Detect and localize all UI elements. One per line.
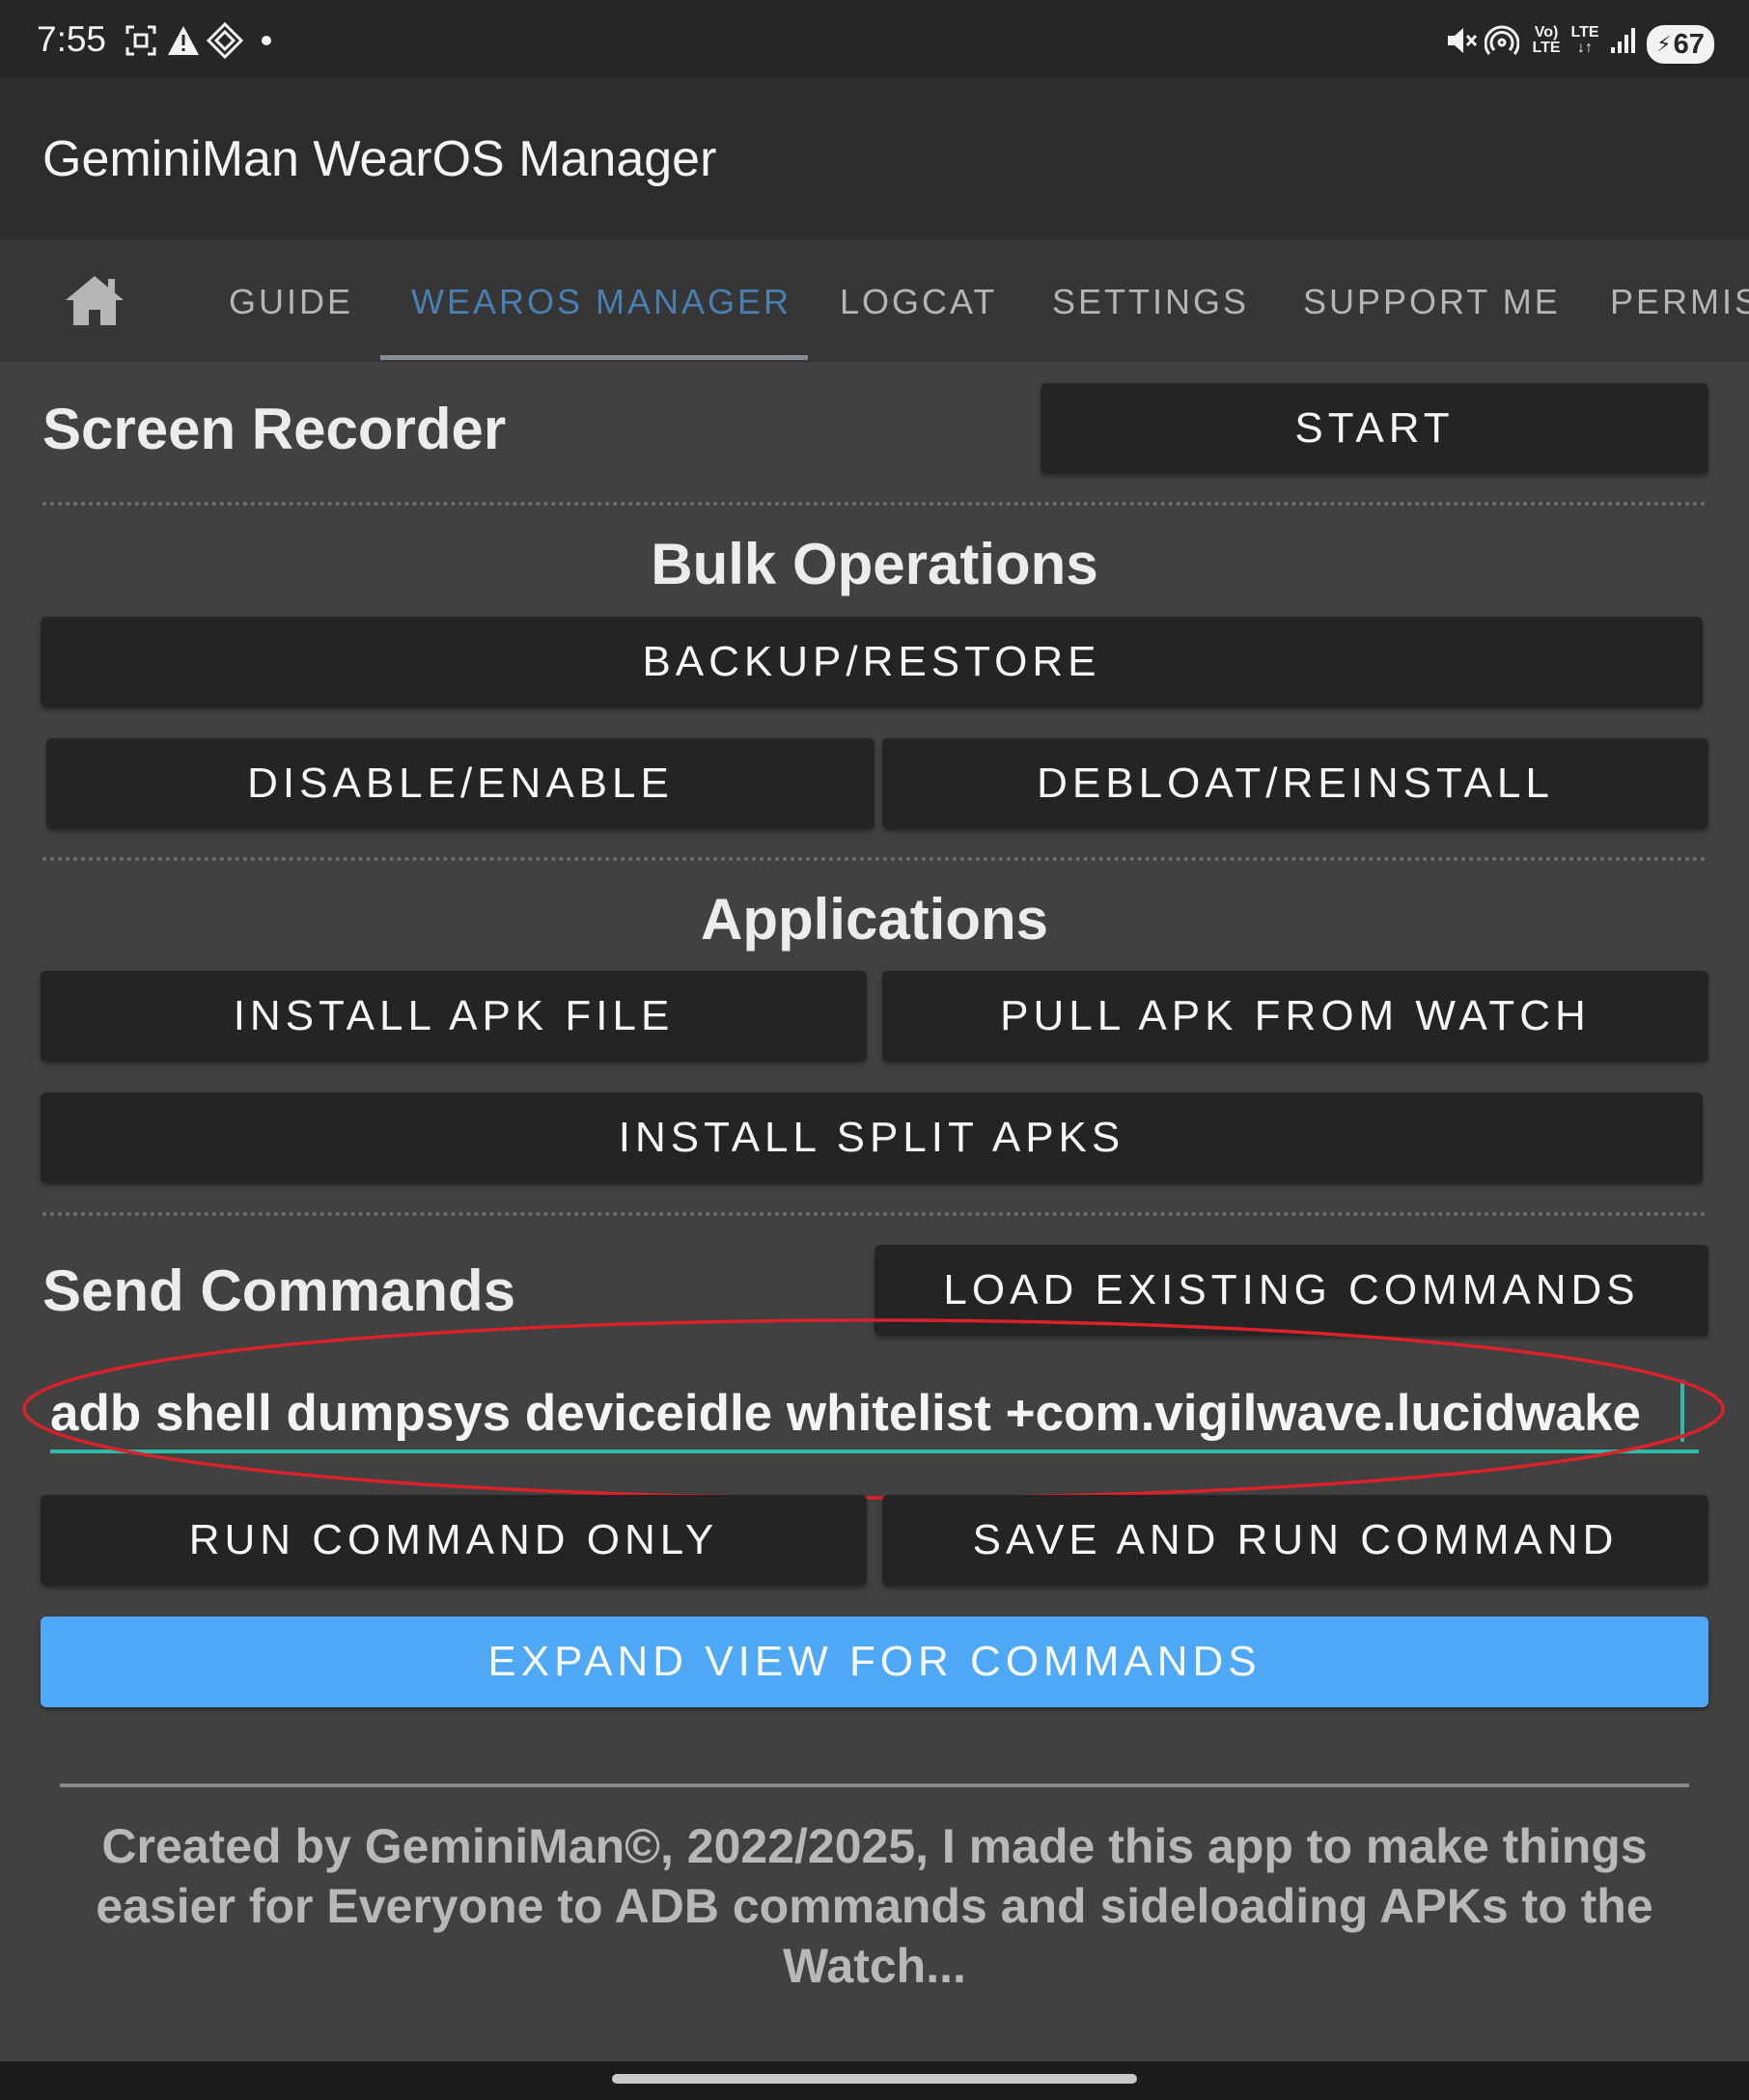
- install-apk-file-button[interactable]: INSTALL APK FILE: [41, 971, 867, 1062]
- debloat-reinstall-button[interactable]: DEBLOAT/REINSTALL: [882, 738, 1708, 829]
- applications-heading: Applications: [700, 887, 1049, 952]
- section-divider: [42, 857, 1707, 861]
- tab-permissions[interactable]: PERMIS: [1610, 282, 1749, 322]
- hotspot-icon: [1483, 21, 1521, 60]
- tab-guide[interactable]: GUIDE: [229, 282, 353, 322]
- dot-icon: [257, 21, 276, 60]
- battery-icon: ⚡ 67: [1647, 25, 1714, 64]
- screenshot-icon: [122, 21, 160, 60]
- section-divider: [42, 1212, 1707, 1216]
- section-divider: [42, 502, 1707, 506]
- tab-support-me[interactable]: SUPPORT ME: [1303, 282, 1561, 322]
- gesture-handle[interactable]: [612, 2074, 1137, 2084]
- battery-level: 67: [1673, 28, 1705, 60]
- tab-settings[interactable]: SETTINGS: [1052, 282, 1249, 322]
- disable-enable-button[interactable]: DISABLE/ENABLE: [46, 738, 874, 829]
- tab-active-indicator: [380, 355, 808, 360]
- start-recording-button[interactable]: START: [1041, 383, 1708, 474]
- lte-icon: LTE ↓↑: [1570, 24, 1599, 56]
- diamond-app-icon: [205, 21, 245, 60]
- install-split-apks-button[interactable]: INSTALL SPLIT APKS: [41, 1092, 1703, 1183]
- save-and-run-command-button[interactable]: SAVE AND RUN COMMAND: [882, 1495, 1708, 1586]
- signal-icon: [1606, 21, 1641, 60]
- mute-icon: [1442, 21, 1481, 60]
- app-title: GeminiMan WearOS Manager: [42, 131, 717, 187]
- footer-divider: [60, 1783, 1689, 1787]
- volte-icon: Vo) LTE: [1532, 24, 1561, 56]
- expand-view-for-commands-button[interactable]: EXPAND VIEW FOR COMMANDS: [41, 1616, 1708, 1707]
- run-command-only-button[interactable]: RUN COMMAND ONLY: [41, 1495, 867, 1586]
- charging-bolt-icon: ⚡: [1656, 32, 1672, 56]
- bulk-operations-heading: Bulk Operations: [651, 532, 1098, 596]
- backup-restore-button[interactable]: BACKUP/RESTORE: [41, 617, 1703, 707]
- status-time: 7:55: [37, 19, 107, 59]
- footer-credits: Created by GeminiMan©, 2022/2025, I made…: [96, 1819, 1653, 1993]
- annotation-ellipse: [22, 1318, 1725, 1500]
- tab-wearos-manager[interactable]: WEAROS MANAGER: [411, 282, 791, 322]
- tab-logcat[interactable]: LOGCAT: [840, 282, 997, 322]
- pull-apk-from-watch-button[interactable]: PULL APK FROM WATCH: [882, 971, 1708, 1062]
- home-icon[interactable]: [62, 273, 129, 329]
- screen-recorder-heading: Screen Recorder: [42, 397, 507, 461]
- warning-icon: [164, 21, 203, 60]
